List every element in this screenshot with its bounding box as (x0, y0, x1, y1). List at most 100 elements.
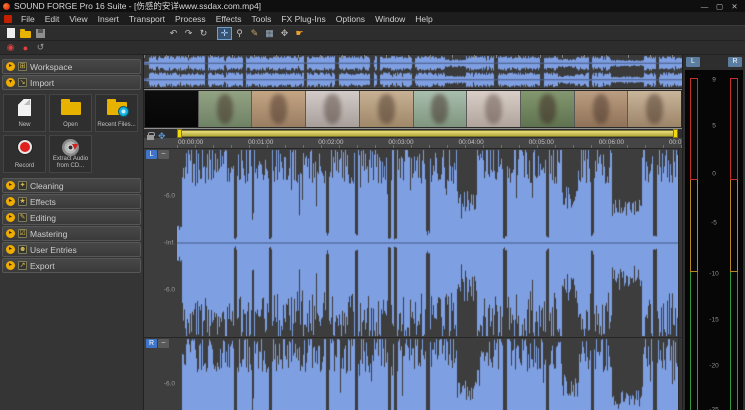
right-edge-strip (678, 338, 682, 410)
video-frame-thumbnail (467, 91, 521, 127)
menu-bar: FileEditViewInsertTransportProcessEffect… (0, 12, 745, 25)
maximize-button[interactable]: ▢ (712, 2, 727, 11)
lock-icon[interactable] (147, 135, 154, 140)
menu-item[interactable]: FX Plug-Ins (276, 14, 330, 24)
redo-button[interactable]: ↷ (181, 27, 196, 40)
sidebar-section-effects[interactable]: ▸ ★ Effects (2, 194, 141, 209)
overview-waveform-canvas[interactable] (144, 55, 682, 88)
chevron-icon: ▸ (6, 181, 15, 190)
section-label: Workspace (30, 62, 72, 72)
standard-toolbar: ↶↷↻ ✛⚲✎▦✥☛ (0, 25, 745, 40)
time-ruler-label: 00:03:00 (388, 139, 413, 146)
meter-channel-button[interactable]: R (728, 57, 742, 67)
pencil-tool-button[interactable]: ✎ (247, 27, 262, 40)
meter-scale-label: -25 (685, 406, 743, 410)
time-ruler[interactable]: 00:00:0000:01:0000:02:0000:03:0000:04:00… (144, 138, 682, 149)
minimize-button[interactable]: — (697, 2, 712, 11)
timeline-gutter: ✥ (144, 129, 177, 138)
record-options-button[interactable]: ◉ (3, 41, 18, 54)
section-icon: ↘ (18, 78, 27, 87)
sidebar-section-export[interactable]: ▸ ↗ Export (2, 258, 141, 273)
section-label: Editing (30, 213, 56, 223)
sidebar-section-cleaning[interactable]: ▸ ✦ Cleaning (2, 178, 141, 193)
meter-scale-label: 0 (685, 171, 743, 178)
import-open-button[interactable]: Open (49, 94, 92, 132)
magnify-tool-button[interactable]: ⚲ (232, 27, 247, 40)
overview-bar[interactable] (144, 55, 682, 89)
menu-item[interactable]: Tools (247, 14, 277, 24)
toolbar-icon (7, 28, 15, 38)
video-frame-thumbnail (252, 91, 306, 127)
open-button[interactable] (18, 27, 33, 40)
channel-right-gutter: R – -6.0 -Inf. -6.0 (144, 338, 177, 410)
close-button[interactable]: ✕ (727, 2, 742, 11)
new-file-button[interactable] (3, 27, 18, 40)
loop-region[interactable] (177, 130, 678, 137)
channel-left-button[interactable]: L (146, 150, 157, 159)
channel-right-minimize-button[interactable]: – (158, 339, 169, 348)
menu-item[interactable]: Help (410, 14, 437, 24)
loop-playback-button[interactable]: ↺ (33, 41, 48, 54)
menu-item[interactable]: File (16, 14, 40, 24)
channel-left-gutter: L – -6.0 -Inf. -6.0 (144, 149, 177, 337)
loop-end-handle[interactable] (673, 129, 678, 138)
tile-label: Open (62, 122, 79, 129)
menu-item[interactable]: Process (170, 14, 211, 24)
import-new-button[interactable]: New (3, 94, 46, 132)
channel-meters-panel: LR 950-5-10-15-20-25-30-35-40-50-70 LR (682, 55, 745, 410)
channel-left: L – -6.0 -Inf. -6.0 (144, 149, 682, 338)
time-ruler-label: 00:02:00 (318, 139, 343, 146)
import-recent-files-button[interactable]: Recent Files... (95, 94, 138, 132)
tile-label: Extract Audio from CD... (50, 156, 91, 170)
import-record-button[interactable]: Record (3, 135, 46, 173)
meter-channel-button[interactable]: L (686, 57, 700, 67)
section-icon: ☻ (18, 245, 27, 254)
menu-item[interactable]: Insert (93, 14, 124, 24)
toolbar-icon (36, 29, 45, 38)
toolbar-icon (20, 31, 31, 38)
time-ruler-label: 00:06:00 (599, 139, 624, 146)
waveform-channels: L – -6.0 -Inf. -6.0 R – (144, 149, 682, 410)
sidebar-section-mastering[interactable]: ▸ ☑ Mastering (2, 226, 141, 241)
time-ruler-labels[interactable]: 00:00:0000:01:0000:02:0000:03:0000:04:00… (177, 138, 682, 148)
loop-start-handle[interactable] (177, 129, 182, 138)
edit-tool-button[interactable]: ✛ (217, 27, 232, 40)
menu-item[interactable]: Window (370, 14, 410, 24)
video-frame-thumbnail (628, 91, 681, 127)
loop-region-track[interactable] (177, 129, 678, 138)
waveform-right-canvas[interactable] (177, 338, 678, 410)
menu-item[interactable]: Effects (211, 14, 247, 24)
undo-button[interactable]: ↶ (166, 27, 181, 40)
waveform-left-canvas[interactable] (177, 149, 678, 337)
import-extract-cd-button[interactable]: Extract Audio from CD... (49, 135, 92, 173)
db-label: -Inf. (164, 239, 175, 246)
channel-right: R – -6.0 -Inf. -6.0 (144, 338, 682, 410)
video-frame-thumbnail (521, 91, 575, 127)
sidebar-section-editing[interactable]: ▸ ✎ Editing (2, 210, 141, 225)
envelope-tool-button[interactable]: ▦ (262, 27, 277, 40)
event-tool-button[interactable]: ✥ (277, 27, 292, 40)
chevron-icon: ▸ (6, 197, 15, 206)
hand-tool-button[interactable]: ☛ (292, 27, 307, 40)
tile-icon (18, 99, 31, 116)
tile-label: New (17, 122, 31, 129)
channel-left-minimize-button[interactable]: – (158, 150, 169, 159)
menu-item[interactable]: Edit (40, 14, 65, 24)
menu-item[interactable]: View (64, 14, 92, 24)
sidebar-section-user-entries[interactable]: ▸ ☻ User Entries (2, 242, 141, 257)
channel-right-button[interactable]: R (146, 339, 157, 348)
menu-item[interactable]: Transport (124, 14, 170, 24)
chevron-icon: ▸ (6, 261, 15, 270)
save-button[interactable] (33, 27, 48, 40)
meter-scale-label: 9 (685, 76, 743, 83)
meter-scale-label: -15 (685, 316, 743, 323)
sidebar-section-workspace[interactable]: ▸ ⊞ Workspace (2, 59, 141, 74)
right-edge-strip (678, 149, 682, 337)
db-label: -6.0 (164, 192, 175, 199)
record-button[interactable]: ● (18, 41, 33, 54)
sidebar-section-import[interactable]: ▾ ↘ Import (2, 75, 141, 90)
loop-region-bar: ✥ (144, 129, 682, 138)
move-icon[interactable]: ✥ (158, 132, 166, 141)
repeat-button[interactable]: ↻ (196, 27, 211, 40)
menu-item[interactable]: Options (331, 14, 370, 24)
